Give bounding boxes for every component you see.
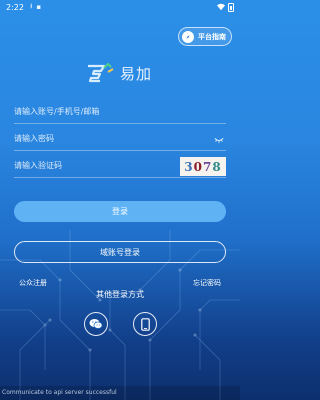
wechat-login-button[interactable] (84, 312, 108, 336)
status-bar: 2:22 ⭳ ▪ (0, 0, 240, 14)
toast-message: Communicate to api server successful (0, 386, 240, 400)
register-link[interactable]: 公众注册 (19, 278, 47, 288)
other-login-title: 其他登录方式 (96, 290, 144, 299)
eye-closed-icon[interactable] (214, 136, 224, 144)
wechat-icon (89, 319, 103, 329)
password-placeholder: 请输入密码 (14, 134, 54, 143)
compass-icon (182, 30, 194, 43)
phone-icon (140, 317, 150, 331)
platform-guide-button[interactable]: 平台指南 (178, 27, 232, 46)
wifi-icon (217, 3, 225, 11)
captcha-char: 7 (203, 159, 213, 174)
captcha-char: 3 (184, 159, 194, 174)
phone-login-button[interactable] (133, 312, 157, 336)
download-icon: ⭳ (29, 1, 33, 10)
captcha-input[interactable]: 请输入验证码 3 0 7 8 (14, 154, 226, 178)
login-button[interactable]: 登录 (14, 201, 226, 222)
password-input[interactable]: 请输入密码 (14, 127, 226, 151)
username-placeholder: 请输入账号/手机号/邮箱 (14, 107, 100, 116)
captcha-char: 8 (212, 159, 222, 174)
captcha-image[interactable]: 3 0 7 8 (180, 157, 226, 176)
logo-mark-icon (88, 62, 114, 83)
forgot-password-link[interactable]: 忘记密码 (193, 278, 221, 288)
notification-icon: ▪ (36, 3, 42, 11)
captcha-char: 0 (193, 159, 203, 174)
app-logo: 易加 (86, 60, 158, 86)
username-input[interactable]: 请输入账号/手机号/邮箱 (14, 100, 226, 124)
captcha-placeholder: 请输入验证码 (14, 161, 62, 170)
platform-guide-label: 平台指南 (198, 32, 226, 41)
battery-icon (228, 2, 234, 12)
domain-login-button[interactable]: 域账号登录 (14, 241, 226, 263)
logo-text: 易加 (120, 64, 153, 83)
status-time: 2:22 (6, 2, 24, 12)
